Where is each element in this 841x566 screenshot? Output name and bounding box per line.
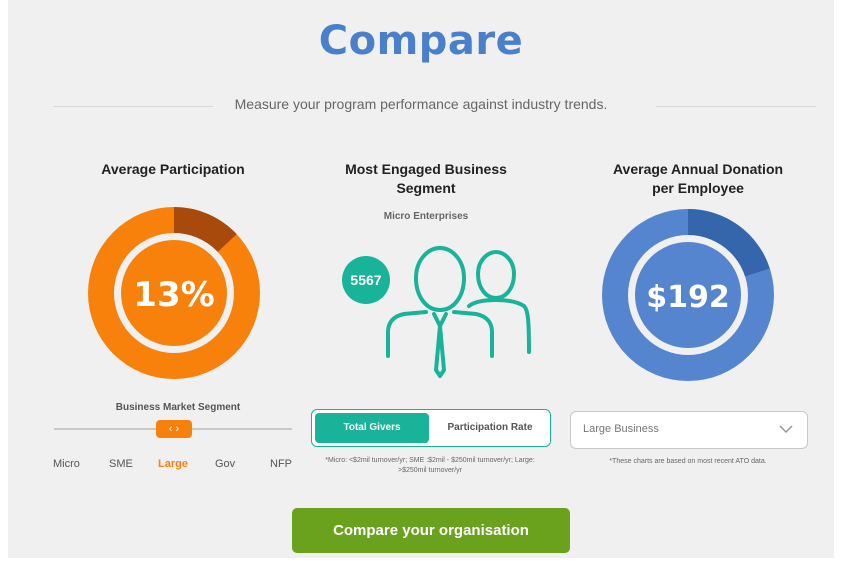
segment-definitions-note: *Micro: <$2mil turnover/yr; SME :$2mil -… (308, 456, 552, 476)
donation-heading-line2: per Employee (652, 180, 744, 196)
ato-data-note: *These charts are based on most recent A… (609, 458, 767, 465)
donation-heading: Average Annual Donation per Employee (585, 160, 811, 198)
toggle-total-givers[interactable]: Total Givers (315, 413, 429, 443)
segment-label: Business Market Segment (115, 402, 241, 413)
toggle-participation-rate[interactable]: Participation Rate (434, 413, 546, 443)
donation-value: $192 (646, 280, 730, 315)
segment-nfp[interactable]: NFP (270, 458, 292, 470)
engaged-toggle: Total Givers Participation Rate (311, 409, 551, 447)
compare-panel: Compare Measure your program performance… (8, 0, 834, 558)
segment-large[interactable]: Large (158, 458, 188, 470)
compare-organisation-button[interactable]: Compare your organisation (292, 508, 570, 553)
segment-sme[interactable]: SME (109, 458, 133, 470)
participation-donut: 13% (88, 207, 260, 379)
donation-heading-line1: Average Annual Donation (612, 161, 784, 177)
segment-gov[interactable]: Gov (215, 458, 235, 470)
business-people-icon (386, 246, 531, 378)
subtitle-row: Measure your program performance against… (8, 96, 834, 118)
engaged-segment-name: Micro Enterprises (383, 211, 469, 222)
engaged-heading: Most Engaged Business Segment (326, 160, 526, 198)
segment-micro[interactable]: Micro (53, 458, 80, 470)
donation-donut: $192 (602, 209, 774, 381)
page-subtitle: Measure your program performance against… (234, 96, 608, 112)
note-line2: >$250mil turnover/yr (397, 467, 462, 474)
chevron-down-icon (779, 425, 793, 434)
note-line1: *Micro: <$2mil turnover/yr; SME :$2mil -… (325, 457, 535, 464)
select-value: Large Business (583, 423, 659, 435)
business-size-select[interactable]: Large Business (570, 411, 808, 449)
engaged-heading-line2: Segment (396, 180, 456, 196)
participation-heading: Average Participation (101, 161, 245, 177)
participation-value: 13% (133, 275, 214, 315)
engaged-heading-line1: Most Engaged Business (345, 161, 507, 177)
page-title: Compare (318, 18, 524, 64)
segment-slider-handle[interactable]: ‹ › (156, 420, 192, 438)
divider-right (656, 106, 816, 107)
